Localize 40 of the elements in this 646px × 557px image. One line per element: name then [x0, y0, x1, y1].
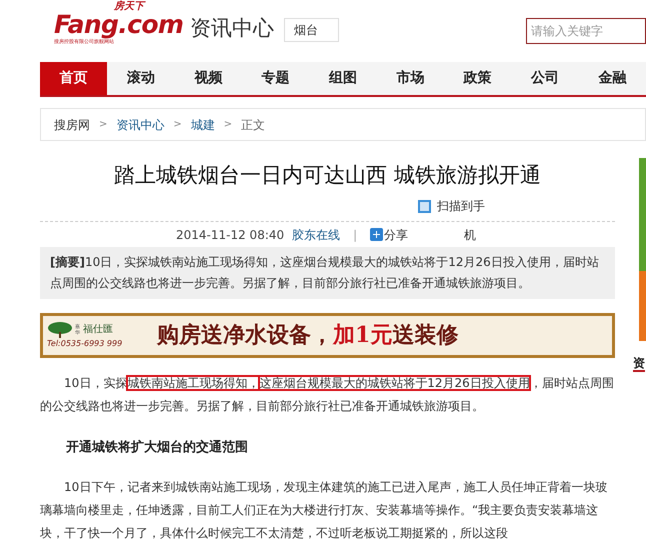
nav-tab[interactable]: 市场 — [376, 62, 444, 95]
nav-tab[interactable]: 公司 — [511, 62, 579, 95]
breadcrumb-link[interactable]: 城建 — [190, 116, 215, 134]
article-subheading: 开通城铁将扩大烟台的交通范围 — [65, 438, 249, 457]
plus-icon — [370, 228, 384, 241]
ad-slogan: 购房送净水设备，加1元送装修 — [157, 321, 458, 350]
share-tail-text: 机 — [464, 226, 476, 244]
nav-tab[interactable]: 政策 — [444, 62, 512, 95]
publish-date: 2014-11-12 08:40 — [176, 226, 284, 244]
side-ad-banner[interactable] — [639, 271, 646, 341]
article-title: 踏上城铁烟台一日内可达山西 城铁旅游拟开通 — [113, 162, 542, 189]
ad-phone: Tel:0535-6993 999 — [47, 338, 122, 350]
breadcrumb-current: 正文 — [241, 116, 266, 134]
breadcrumb-link[interactable]: 搜房网 — [54, 116, 90, 134]
section-title: 资讯中心 — [190, 15, 274, 42]
breadcrumb-separator: > — [224, 118, 232, 132]
nav-tab[interactable]: 专题 — [242, 62, 310, 95]
nav-tab[interactable]: 首页 — [40, 62, 108, 95]
brand-name: 福仕匯 — [83, 322, 113, 337]
nav-tab[interactable]: 金融 — [578, 62, 646, 95]
site-logo[interactable]: Fang.com — [54, 12, 180, 38]
breadcrumb-link[interactable]: 资讯中心 — [116, 116, 164, 134]
search-field[interactable]: 请输入关键字 — [526, 18, 646, 44]
source-link[interactable]: 胶东在线 — [292, 226, 340, 244]
breadcrumb-separator: > — [173, 118, 182, 132]
tree-icon — [47, 322, 73, 338]
article-summary: [摘要]10日，实探城铁南站施工现场得知，这座烟台规模最大的城铁站将于12月26日投入使用，届时站点周围的公交线路也将进一步完善。另据了解，目前部分旅行社已准备开通城铁旅游项目。 — [40, 247, 615, 299]
article-paragraph: 10日下午，记者来到城铁南站施工现场，发现主体建筑的施工已进入尾声，施工人员任坤正背着一块玻璃幕墙向楼里走，任坤透露，目前工人们正在为大楼进行打灰、安装幕墙等操作。“我主要负责安装幕墙这块，干了快一个月了，具体什么时候完工不太清楚，不过听老板说工期挺紧的，所以这段 — [40, 478, 608, 542]
meta-separator: | — [353, 226, 358, 244]
nav-tab[interactable]: 滚动 — [107, 62, 175, 95]
scan-label[interactable]: 扫描到手 — [437, 197, 485, 215]
city-selector[interactable]: 烟台 — [284, 18, 339, 42]
breadcrumb-separator: > — [99, 118, 108, 132]
side-ad-banner[interactable] — [639, 158, 646, 271]
nav-tab[interactable]: 视频 — [174, 62, 242, 95]
nav-tab[interactable]: 组图 — [309, 62, 377, 95]
side-heading: 资 — [633, 356, 645, 372]
article-paragraph: 10日，实探城铁南站施工现场得知，这座烟台规模最大的城铁站将于12月26日投入使用，届时站点周围的公交线路也将进一步完善。另据了解，目前部分旅行社已准备开通城铁旅游项目。 — [40, 375, 615, 415]
share-button[interactable]: 分享 — [370, 226, 408, 244]
logo-tagline-top: 房天下 — [114, 2, 144, 12]
